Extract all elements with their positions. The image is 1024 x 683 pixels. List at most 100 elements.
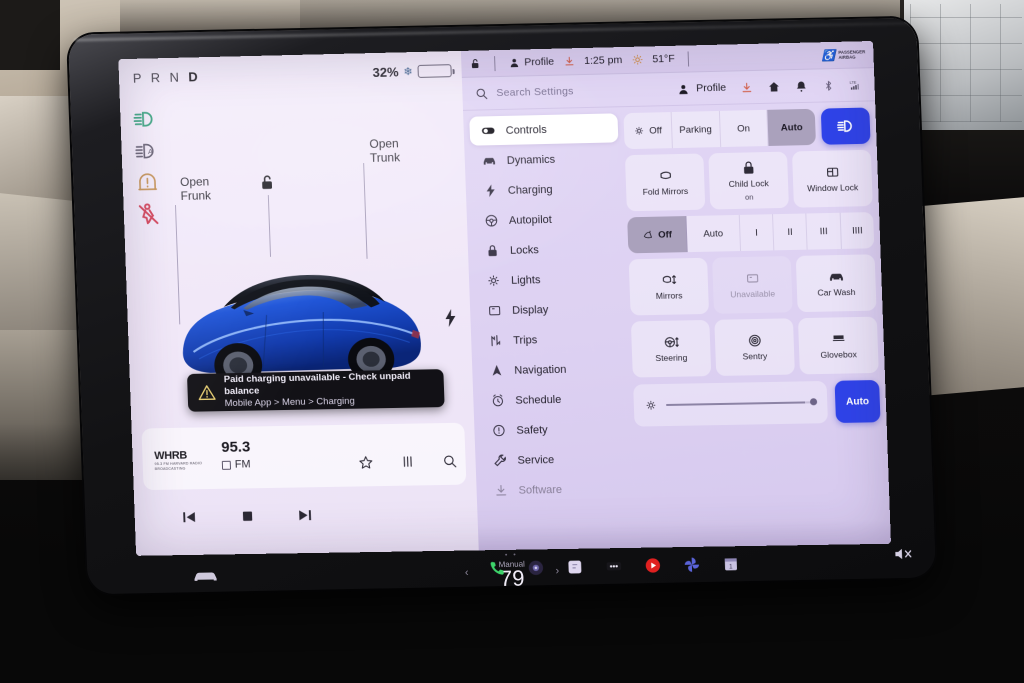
fold-mirrors-tile[interactable]: Fold Mirrors (624, 153, 706, 212)
brightness-slider[interactable] (633, 380, 828, 427)
bluetooth-icon[interactable] (822, 79, 836, 92)
wiper-speed-1-option[interactable]: I (739, 214, 775, 252)
headlight-on-label: On (737, 122, 751, 135)
touchscreen-display[interactable]: P R N D 32% ❄ A Open Frunk Open Trunk Pa… (118, 40, 891, 556)
unavailable-icon (743, 270, 761, 287)
phone-icon[interactable] (487, 558, 507, 577)
brightness-slider-track[interactable] (665, 401, 818, 406)
sidebar-label-autopilot: Autopilot (508, 213, 552, 227)
unlock-icon[interactable] (258, 173, 277, 193)
headlight-on-option[interactable]: On (719, 109, 769, 148)
youtube-icon[interactable] (643, 555, 663, 574)
card-icon[interactable] (565, 557, 585, 576)
sidebar-label-dynamics: Dynamics (506, 153, 556, 167)
sidebar-item-controls[interactable]: Controls (469, 113, 619, 146)
adjust-row: Mirrors Unavailable Car Wash (628, 254, 877, 316)
glovebox-tile[interactable]: Glovebox (797, 316, 879, 375)
headlights-row: Off Parking On Auto (623, 107, 871, 150)
charge-port-bolt-icon[interactable] (444, 309, 457, 328)
sidebar-label-locks: Locks (509, 243, 539, 257)
media-icon-group (358, 453, 458, 471)
lte-signal-icon[interactable]: LTE (849, 78, 863, 91)
unavailable-tile: Unavailable (712, 256, 793, 314)
more-dots-icon[interactable] (604, 556, 624, 575)
open-frunk-label[interactable]: Open Frunk (180, 174, 211, 202)
station-logo-subtext: 95.3 FM HARVARD RADIO BROADCASTING (154, 461, 203, 472)
temperature-decrease-button[interactable]: ‹ (465, 567, 469, 579)
sidebar-label-lights: Lights (510, 273, 541, 287)
volume-mute-icon[interactable] (893, 546, 916, 562)
sidebar-label-software: Software (518, 483, 563, 497)
brightness-sun-icon (644, 398, 659, 412)
open-trunk-label[interactable]: Open Trunk (369, 136, 400, 165)
sidebar-item-schedule[interactable]: Schedule (479, 384, 628, 416)
media-transport-controls (134, 490, 478, 540)
wiper-speed-3-option[interactable]: III (806, 212, 842, 250)
sidebar-item-locks[interactable]: Locks (474, 233, 623, 265)
home-icon[interactable] (767, 80, 781, 93)
headlight-auto-option[interactable]: Auto (767, 108, 816, 146)
unlock-icon[interactable] (469, 57, 481, 69)
media-player-card[interactable]: WHRB 95.3 FM HARVARD RADIO BROADCASTING … (141, 422, 467, 491)
profile-button[interactable]: Profile (508, 56, 554, 69)
search-profile-label[interactable]: Profile (696, 82, 726, 95)
calendar-icon[interactable]: 1 (721, 554, 741, 573)
sidebar-item-dynamics[interactable]: Dynamics (470, 143, 619, 175)
dashcam-icon[interactable] (526, 558, 546, 577)
wiper-speed-4-label: IIII (851, 224, 863, 237)
sidebar-item-software[interactable]: Software (482, 474, 631, 506)
steering-icon (485, 214, 498, 227)
sidebar-item-charging[interactable]: Charging (471, 173, 620, 205)
sentry-label: Sentry (742, 351, 768, 362)
station-logo: WHRB 95.3 FM HARVARD RADIO BROADCASTING (154, 449, 212, 472)
steering-tile[interactable]: Steering (630, 319, 712, 378)
wiper-speed-4-option[interactable]: IIII (840, 212, 874, 249)
stop-button[interactable] (237, 506, 258, 526)
wiper-speed-segmented: Off Auto I II III IIII (627, 212, 875, 254)
download-icon[interactable] (563, 55, 575, 67)
favorite-star-icon[interactable] (358, 454, 374, 470)
clock-label[interactable]: 1:25 pm (584, 54, 622, 67)
sidebar-item-trips[interactable]: Trips (477, 324, 626, 356)
bell-icon[interactable] (794, 79, 808, 92)
mirror-icon (656, 167, 674, 184)
car-front-icon[interactable] (192, 568, 219, 584)
pinwheel-icon[interactable] (682, 555, 702, 574)
window-lock-tile[interactable]: Window Lock (791, 149, 873, 208)
brightness-auto-button[interactable]: Auto (834, 379, 881, 423)
sidebar-item-display[interactable]: Display (476, 294, 625, 326)
radio-frequency: 95.3 (221, 438, 251, 456)
download-icon[interactable] (740, 81, 754, 94)
previous-track-button[interactable] (179, 507, 199, 527)
equalizer-icon[interactable] (399, 454, 416, 470)
wiper-speed-2-option[interactable]: II (773, 213, 809, 251)
sidebar-item-lights[interactable]: Lights (475, 264, 624, 296)
car-wash-tile[interactable]: Car Wash (795, 254, 877, 313)
child-lock-tile[interactable]: Child Lock on (708, 151, 789, 210)
profile-icon[interactable] (677, 82, 691, 95)
wiper-auto-option[interactable]: Auto (686, 214, 741, 253)
sentry-tile[interactable]: Sentry (714, 318, 795, 376)
driving-pane: P R N D 32% ❄ A Open Frunk Open Trunk Pa… (118, 50, 479, 556)
sidebar-item-navigation[interactable]: Navigation (478, 354, 627, 386)
temperature-label[interactable]: 51°F (652, 53, 675, 66)
sidebar-label-schedule: Schedule (515, 393, 562, 407)
sidebar-item-autopilot[interactable]: Autopilot (472, 203, 621, 235)
sidebar-item-safety[interactable]: Safety (480, 414, 629, 446)
mirrors-adjust-tile[interactable]: Mirrors (628, 257, 710, 316)
search-icon[interactable] (441, 453, 458, 469)
battery-status[interactable]: 32% ❄ (372, 63, 452, 80)
headlight-parking-option[interactable]: Parking (671, 110, 721, 149)
topbar-divider-2 (687, 50, 690, 67)
next-track-button[interactable] (295, 505, 316, 525)
clock-icon (492, 394, 504, 407)
highbeam-button[interactable] (820, 107, 871, 145)
headlight-off-option[interactable]: Off (623, 112, 673, 150)
toggle-icon (482, 127, 495, 135)
search-input[interactable]: Search Settings (496, 83, 669, 99)
alert-banner[interactable]: Paid charging unavailable - Check unpaid… (186, 369, 445, 412)
wiper-off-option[interactable]: Off (627, 216, 688, 254)
headlight-mode-segmented: Off Parking On Auto (623, 108, 816, 150)
mirror-adjust-icon (660, 272, 678, 289)
sidebar-item-service[interactable]: Service (481, 444, 630, 476)
